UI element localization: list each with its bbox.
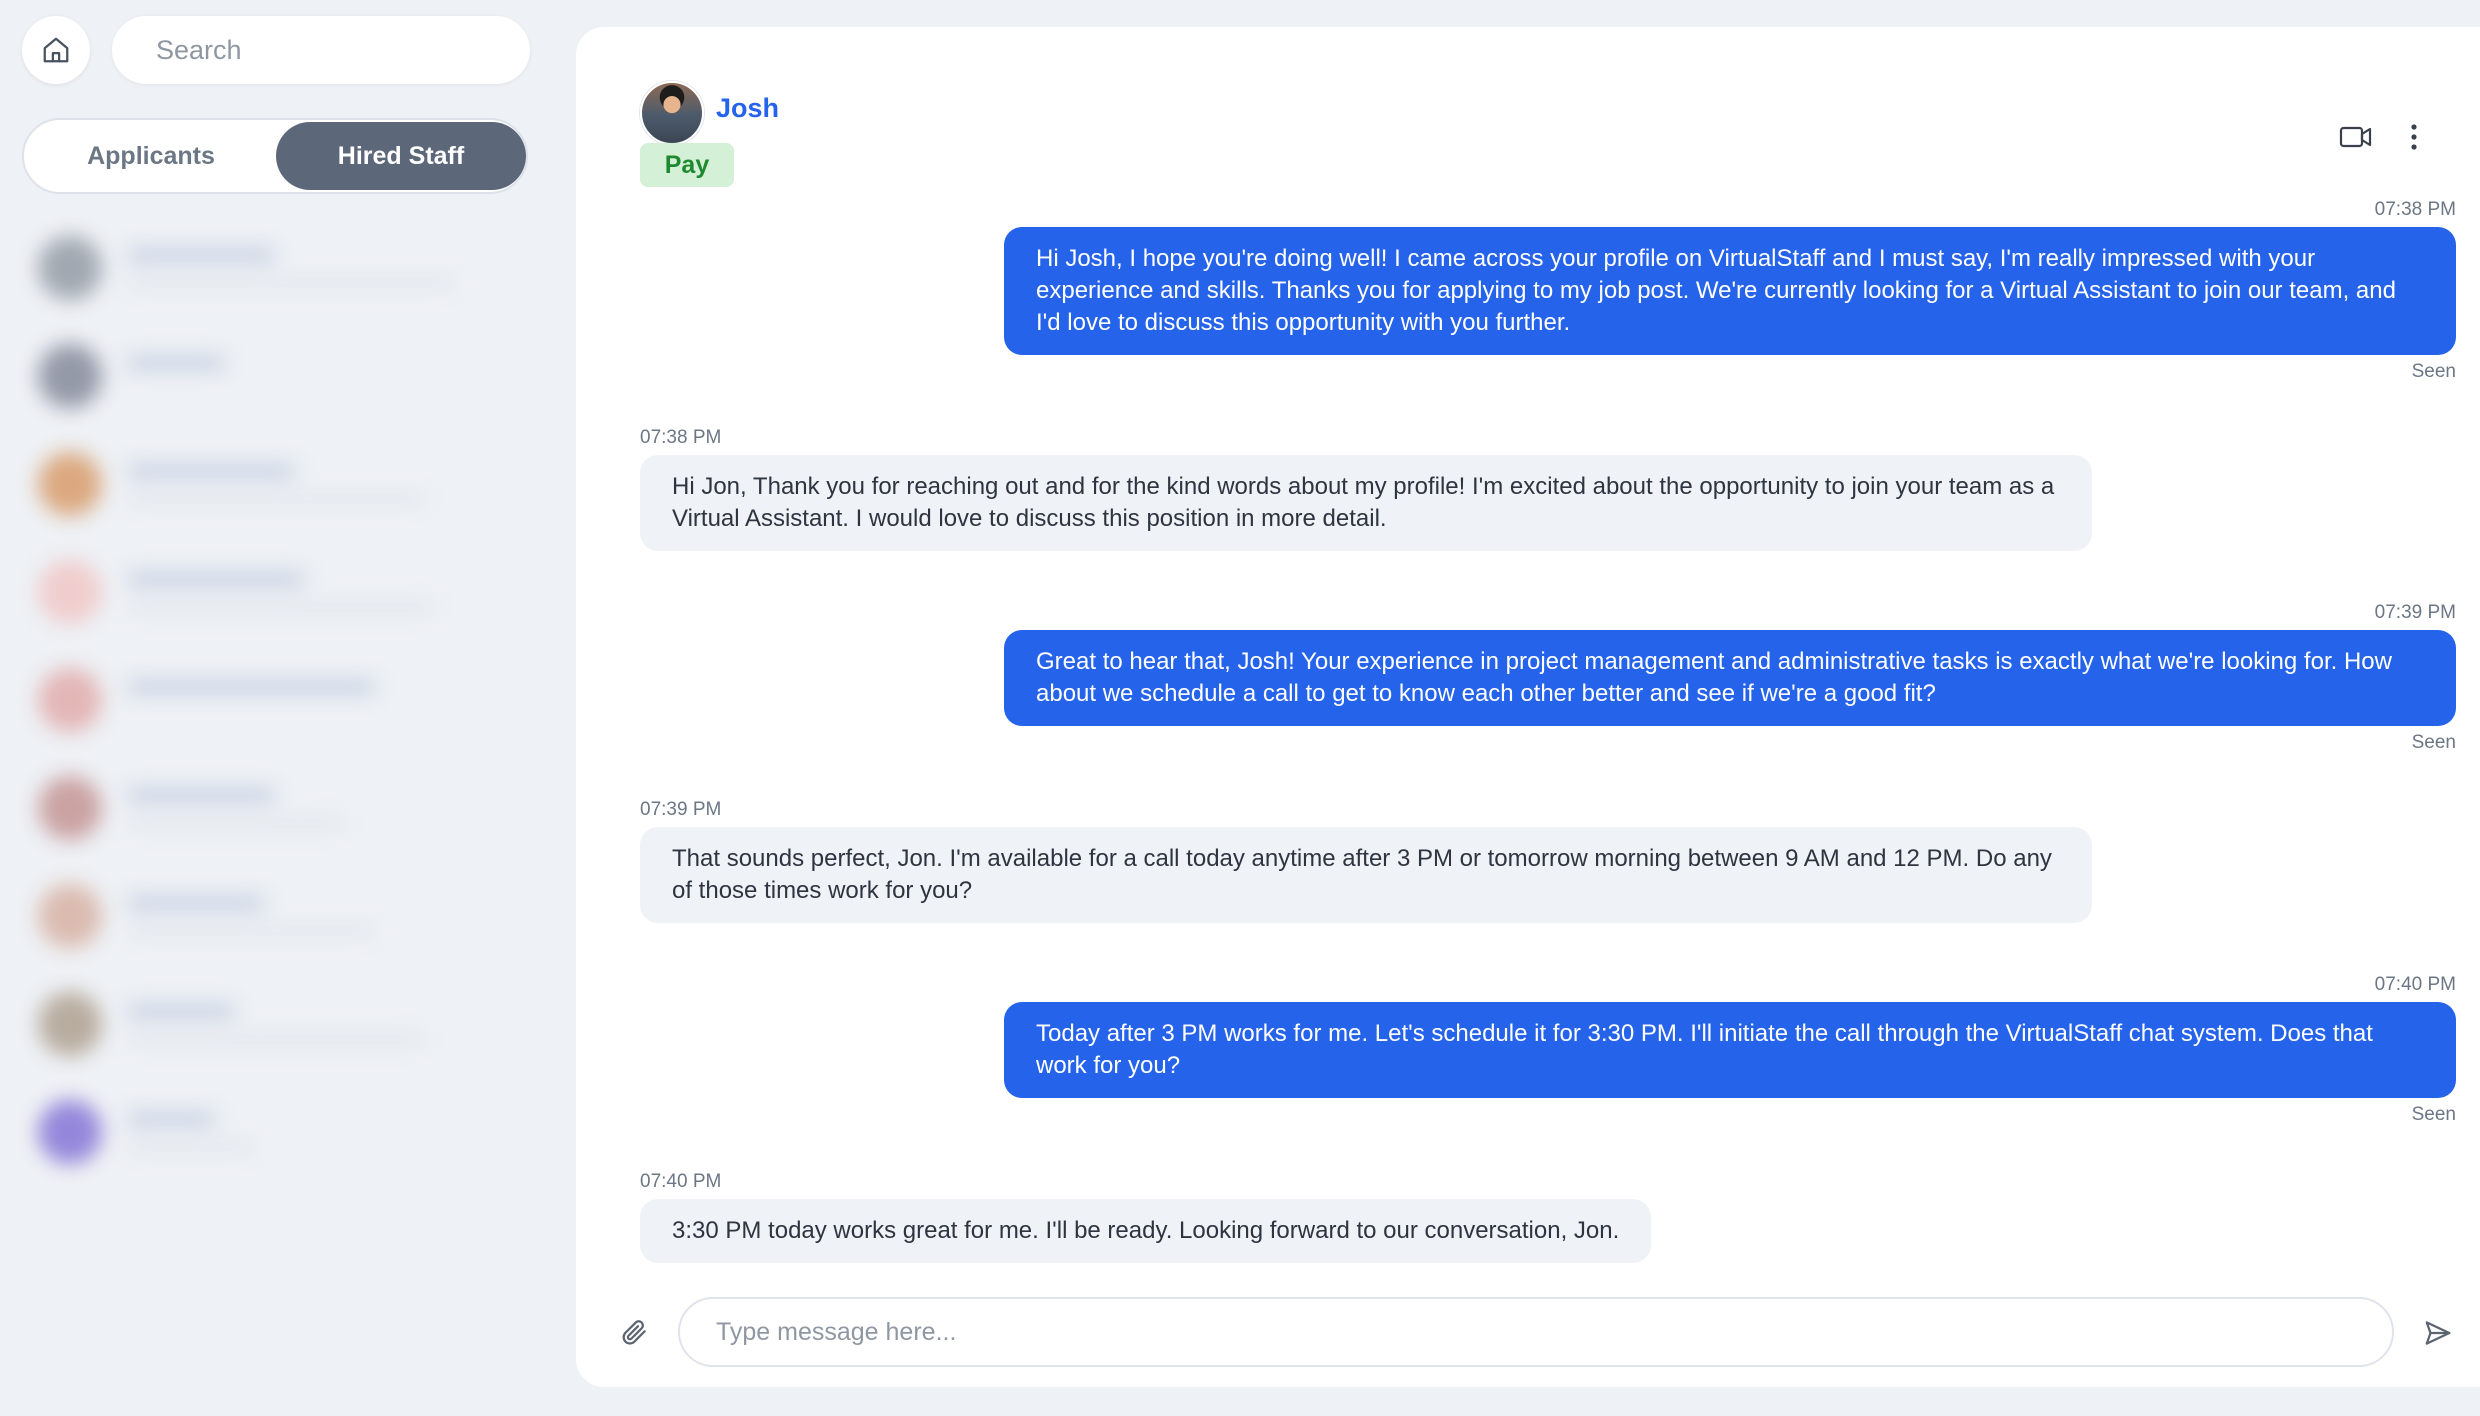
message-outgoing: 07:39 PM Great to hear that, Josh! Your … <box>1004 602 2456 754</box>
sidebar: Applicants Hired Staff <box>0 0 560 1416</box>
message-composer <box>576 1277 2480 1387</box>
paperclip-icon <box>622 1320 646 1345</box>
more-vertical-icon <box>2411 124 2417 150</box>
search-box <box>112 16 530 84</box>
contact-list-item[interactable] <box>22 1078 542 1186</box>
attach-button[interactable] <box>604 1302 664 1362</box>
message-time: 07:38 PM <box>640 427 722 448</box>
contact-avatar <box>38 452 102 516</box>
message-bubble: Hi Josh, I hope you're doing well! I cam… <box>1004 227 2456 355</box>
video-call-button[interactable] <box>2336 117 2376 157</box>
tab-hired-staff[interactable]: Hired Staff <box>276 122 526 190</box>
contact-list <box>22 214 542 1384</box>
contact-avatar <box>38 1100 102 1164</box>
send-button[interactable] <box>2410 1305 2466 1361</box>
message-thread: 07:38 PM Hi Josh, I hope you're doing we… <box>640 177 2456 1287</box>
contact-list-item[interactable] <box>22 214 542 322</box>
home-button[interactable] <box>22 16 90 84</box>
seen-status: Seen <box>2411 361 2456 382</box>
contact-list-item[interactable] <box>22 322 542 430</box>
contact-list-item[interactable] <box>22 970 542 1078</box>
message-outgoing: 07:38 PM Hi Josh, I hope you're doing we… <box>1004 199 2456 383</box>
message-bubble: 3:30 PM today works great for me. I'll b… <box>640 1199 1652 1263</box>
contact-list-item[interactable] <box>22 538 542 646</box>
message-input-box <box>678 1297 2394 1367</box>
message-incoming: 07:39 PM That sounds perfect, Jon. I'm a… <box>640 799 2092 923</box>
message-input[interactable] <box>716 1317 2392 1347</box>
message-time: 07:38 PM <box>2374 199 2456 220</box>
message-incoming: 07:40 PM 3:30 PM today works great for m… <box>640 1171 1692 1263</box>
contact-list-item[interactable] <box>22 754 542 862</box>
staff-tabs: Applicants Hired Staff <box>22 118 528 194</box>
message-time: 07:40 PM <box>2374 974 2456 995</box>
contact-avatar <box>38 992 102 1056</box>
message-bubble: Great to hear that, Josh! Your experienc… <box>1004 630 2456 726</box>
contact-avatar <box>38 668 102 732</box>
message-time: 07:39 PM <box>640 799 722 820</box>
contact-list-item[interactable] <box>22 862 542 970</box>
message-bubble: Today after 3 PM works for me. Let's sch… <box>1004 1002 2456 1098</box>
tab-applicants[interactable]: Applicants <box>26 122 276 190</box>
message-incoming: 07:38 PM Hi Jon, Thank you for reaching … <box>640 427 2092 551</box>
message-bubble: That sounds perfect, Jon. I'm available … <box>640 827 2092 923</box>
search-input[interactable] <box>156 34 530 66</box>
seen-status: Seen <box>2411 1104 2456 1125</box>
seen-status: Seen <box>2411 732 2456 753</box>
message-outgoing: 07:40 PM Today after 3 PM works for me. … <box>1004 974 2456 1126</box>
message-time: 07:39 PM <box>2374 602 2456 623</box>
message-time: 07:40 PM <box>640 1171 722 1192</box>
more-options-button[interactable] <box>2394 117 2434 157</box>
send-icon <box>2425 1321 2451 1345</box>
contact-avatar <box>38 884 102 948</box>
contact-list-item[interactable] <box>22 430 542 538</box>
contact-avatar <box>38 560 102 624</box>
video-camera-icon <box>2339 126 2372 148</box>
contact-name[interactable]: Josh <box>716 93 779 124</box>
contact-avatar[interactable] <box>640 81 704 145</box>
home-icon <box>43 37 69 63</box>
chat-header: Josh Pay <box>640 53 2480 193</box>
chat-panel: Josh Pay 07:38 PM Hi Josh, I hope you're… <box>576 27 2480 1387</box>
message-bubble: Hi Jon, Thank you for reaching out and f… <box>640 455 2092 551</box>
contact-list-item[interactable] <box>22 646 542 754</box>
contact-avatar <box>38 236 102 300</box>
contact-avatar <box>38 344 102 408</box>
contact-avatar <box>38 776 102 840</box>
